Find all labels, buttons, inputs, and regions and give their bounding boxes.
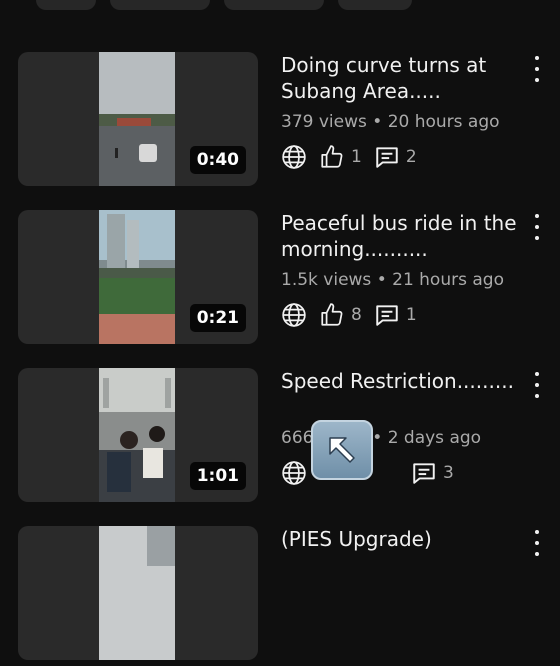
- comment-icon[interactable]: [411, 460, 437, 486]
- comment-icon[interactable]: [374, 144, 400, 170]
- video-item[interactable]: 1:01 Speed Restriction......... 666 view…: [18, 368, 560, 508]
- more-vert-icon[interactable]: [530, 372, 544, 398]
- globe-icon: [281, 302, 307, 328]
- video-duration: 1:01: [189, 462, 246, 490]
- video-thumbnail[interactable]: [18, 526, 258, 660]
- video-meta: 1.5k views • 21 hours ago: [281, 270, 504, 290]
- arrow-up-left-emoji-icon: [311, 420, 373, 480]
- comment-count: 2: [405, 147, 417, 167]
- video-item[interactable]: 0:21 Peaceful bus ride in the morning...…: [18, 210, 560, 350]
- comment-count: 3: [443, 463, 454, 483]
- video-thumbnail[interactable]: 0:21: [18, 210, 258, 344]
- globe-icon: [281, 144, 307, 170]
- video-stats: 1 2: [281, 142, 417, 172]
- like-count: 1: [351, 147, 362, 167]
- filter-chip[interactable]: [36, 0, 96, 10]
- filter-chip[interactable]: [224, 0, 324, 10]
- video-thumbnail[interactable]: 1:01: [18, 368, 258, 502]
- thumbs-up-icon[interactable]: [319, 302, 345, 328]
- like-count: 8: [351, 305, 362, 325]
- video-title[interactable]: Doing curve turns at Subang Area.....: [281, 52, 521, 104]
- more-vert-icon[interactable]: [530, 56, 544, 82]
- more-vert-icon[interactable]: [530, 530, 544, 556]
- comment-count: 1: [405, 305, 417, 325]
- globe-icon: [281, 460, 307, 486]
- video-thumbnail[interactable]: 0:40: [18, 52, 258, 186]
- video-item[interactable]: (PIES Upgrade): [18, 526, 560, 666]
- video-meta: 379 views • 20 hours ago: [281, 112, 500, 132]
- thumbnail-image: [99, 210, 175, 344]
- more-vert-icon[interactable]: [530, 214, 544, 240]
- video-item[interactable]: 0:40 Doing curve turns at Subang Area...…: [18, 52, 560, 192]
- filter-chip[interactable]: [110, 0, 210, 10]
- video-duration: 0:21: [189, 304, 246, 332]
- video-title[interactable]: Speed Restriction.........: [281, 368, 521, 394]
- thumbs-up-icon[interactable]: [319, 144, 345, 170]
- thumbnail-image: [99, 368, 175, 502]
- comment-icon[interactable]: [374, 302, 400, 328]
- video-title[interactable]: Peaceful bus ride in the morning........…: [281, 210, 521, 262]
- thumbnail-image: [99, 52, 175, 186]
- filter-chip[interactable]: [338, 0, 412, 10]
- video-duration: 0:40: [189, 146, 246, 174]
- filter-chip-row: [36, 0, 412, 10]
- video-stats: 8 1: [281, 300, 417, 330]
- thumbnail-image: [99, 526, 175, 660]
- video-title[interactable]: (PIES Upgrade): [281, 526, 521, 552]
